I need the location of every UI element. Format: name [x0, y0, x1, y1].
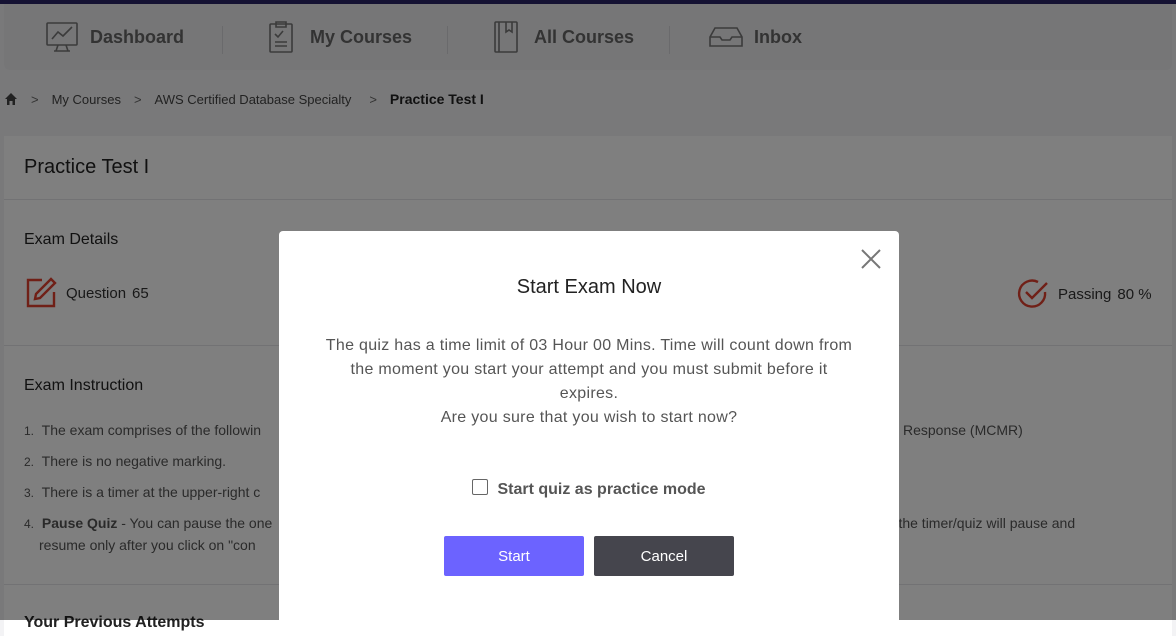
modal-body-text: The quiz has a time limit of 03 Hour 00 …: [325, 337, 853, 402]
practice-mode-label[interactable]: Start quiz as practice mode: [497, 481, 705, 499]
start-button[interactable]: Start: [444, 536, 584, 576]
modal-title: Start Exam Now: [516, 276, 662, 298]
practice-mode-option[interactable]: Start quiz as practice mode: [279, 479, 899, 499]
close-icon[interactable]: [859, 247, 883, 271]
modal-body: The quiz has a time limit of 03 Hour 00 …: [319, 334, 859, 430]
cancel-button[interactable]: Cancel: [594, 536, 734, 576]
modal-confirm-text: Are you sure that you wish to start now?: [440, 409, 738, 426]
practice-mode-checkbox[interactable]: [472, 479, 489, 495]
start-exam-modal: Start Exam Now The quiz has a time limit…: [279, 231, 899, 620]
